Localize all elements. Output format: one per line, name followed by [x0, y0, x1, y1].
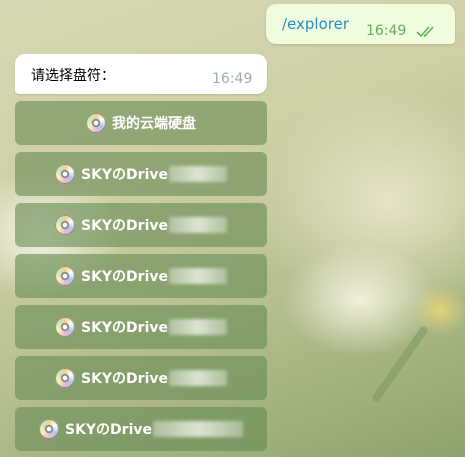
incoming-message-bubble: 请选择盘符： 16:49	[15, 54, 267, 94]
keyboard-button-label: SKYのDrive	[80, 371, 168, 387]
keyboard-button-label: SKYのDrive	[80, 167, 168, 183]
redacted-text	[153, 421, 243, 437]
cd-disc-icon	[38, 419, 59, 439]
outgoing-message-bubble: /explorer 16:49	[266, 4, 455, 44]
background-flower-stem	[370, 324, 430, 404]
cd-disc-icon	[86, 113, 106, 133]
keyboard-button-drive-3[interactable]: SKYのDrive	[15, 254, 267, 298]
keyboard-button-drive-6[interactable]: SKYのDrive	[15, 407, 267, 451]
incoming-message-time: 16:49	[212, 71, 253, 87]
explorer-command-link[interactable]: /explorer	[282, 15, 349, 33]
cd-disc-icon	[54, 215, 75, 235]
keyboard-button-drive-1[interactable]: SKYのDrive	[15, 152, 267, 196]
redacted-text	[169, 268, 227, 284]
keyboard-button-label: 我的云端硬盘	[112, 116, 196, 132]
redacted-text	[169, 166, 227, 182]
keyboard-button-label: SKYのDrive	[64, 422, 152, 438]
cd-disc-icon	[54, 164, 75, 184]
redacted-text	[169, 319, 227, 335]
keyboard-button-drive-4[interactable]: SKYのDrive	[15, 305, 267, 349]
cd-disc-icon	[54, 266, 75, 286]
incoming-message-text: 请选择盘符：	[31, 68, 115, 84]
keyboard-button-label: SKYのDrive	[80, 269, 168, 285]
cd-disc-icon	[54, 368, 75, 388]
redacted-text	[169, 370, 227, 386]
double-check-icon	[416, 26, 434, 38]
cd-disc-icon	[54, 317, 75, 337]
keyboard-button-drive-2[interactable]: SKYのDrive	[15, 203, 267, 247]
outgoing-message-time: 16:49	[366, 23, 407, 39]
keyboard-button-my-cloud-drive[interactable]: 我的云端硬盘	[15, 101, 267, 145]
keyboard-button-drive-5[interactable]: SKYのDrive	[15, 356, 267, 400]
redacted-text	[169, 217, 227, 233]
keyboard-button-label: SKYのDrive	[80, 320, 168, 336]
keyboard-button-label: SKYのDrive	[80, 218, 168, 234]
